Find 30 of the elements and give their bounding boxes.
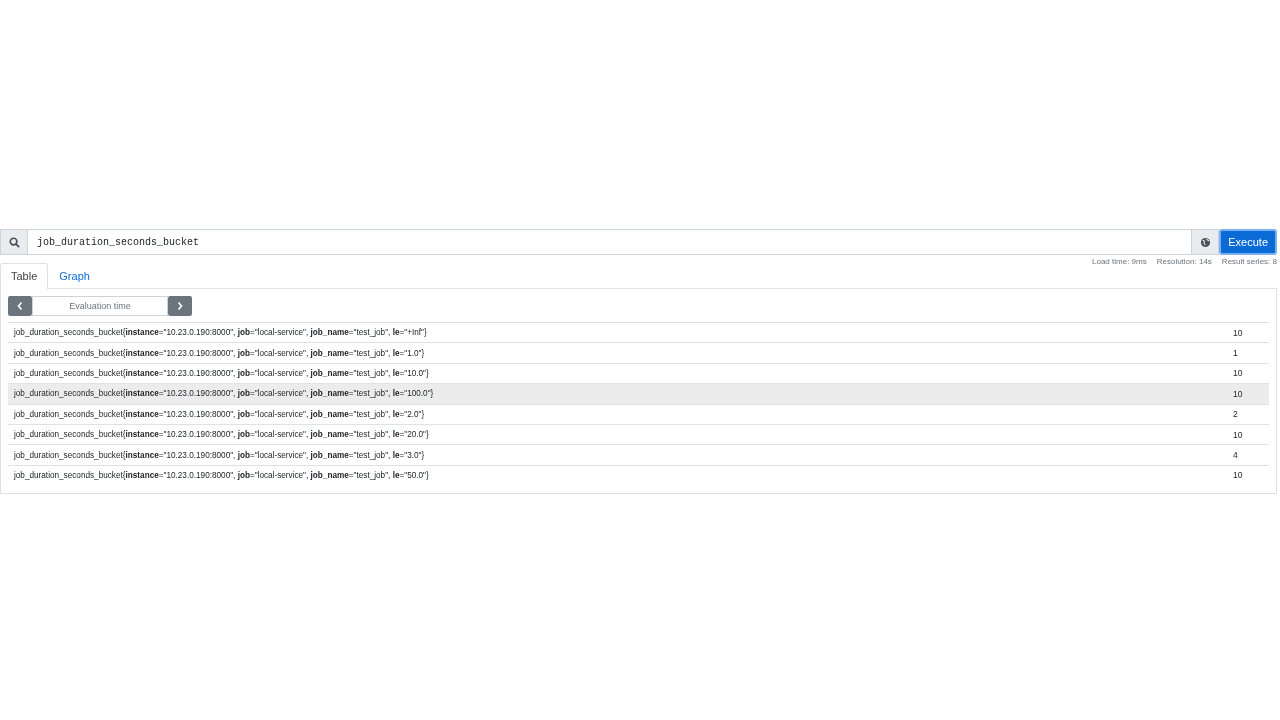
tab[interactable]: Table bbox=[0, 263, 49, 289]
series-label: job_duration_seconds_bucket{instance="10.23.0.190:8000", job="local-service", job_name="test_job", le="50.0"} bbox=[14, 470, 429, 480]
series-label: job_duration_seconds_bucket{instance="10.23.0.190:8000", job="local-service", job_name="test_job", le="10.0"} bbox=[14, 368, 429, 378]
stat-text: Load time: 9ms bbox=[1092, 257, 1147, 266]
series-label: job_duration_seconds_bucket{instance="10.23.0.190:8000", job="local-service", job_name="test_job", le="20.0"} bbox=[14, 430, 429, 440]
execute-button[interactable]: Execute bbox=[1219, 229, 1277, 255]
stat-text: Resolution: 14s bbox=[1156, 257, 1212, 266]
value-cell-text: 10 bbox=[1233, 368, 1244, 379]
value-cell-text: 10 bbox=[1233, 429, 1244, 440]
search-icon bbox=[0, 229, 27, 255]
value-cell-text: 1 bbox=[1233, 348, 1239, 359]
stat-text: Result series: 8 bbox=[1221, 257, 1277, 266]
series-label: job_duration_seconds_bucket{instance="10.23.0.190:8000", job="local-service", job_name="test_job", le="+Inf"} bbox=[14, 328, 427, 338]
evaluation-time-field[interactable]: Evaluation time bbox=[32, 296, 168, 316]
series-label: job_duration_seconds_bucket{instance="10.23.0.190:8000", job="local-service", job_name="test_job", le="1.0"} bbox=[14, 348, 425, 358]
chevron-left-icon bbox=[16, 301, 24, 311]
value-cell-text: 10 bbox=[1233, 470, 1244, 481]
next-button[interactable] bbox=[168, 296, 192, 316]
series-label: job_duration_seconds_bucket{instance="10.23.0.190:8000", job="local-service", job_name="test_job", le="2.0"} bbox=[14, 409, 425, 419]
series-label: job_duration_seconds_bucket{instance="10.23.0.190:8000", job="local-service", job_name="test_job", le="3.0"} bbox=[14, 450, 425, 460]
series-label: job_duration_seconds_bucket{instance="10.23.0.190:8000", job="local-service", job_name="test_job", le="100.0"} bbox=[14, 389, 434, 399]
query-field[interactable]: job_duration_seconds_bucket bbox=[27, 229, 1193, 255]
previous-button[interactable] bbox=[8, 296, 32, 316]
value-cell-text: 10 bbox=[1233, 388, 1244, 399]
value-cell-text: 10 bbox=[1233, 327, 1244, 338]
value-cell-text: 4 bbox=[1233, 450, 1239, 461]
globe-icon[interactable] bbox=[1199, 236, 1211, 248]
value-cell-text: 2 bbox=[1233, 409, 1239, 420]
chevron-right-icon bbox=[176, 301, 184, 311]
tab[interactable]: Graph bbox=[48, 263, 101, 289]
